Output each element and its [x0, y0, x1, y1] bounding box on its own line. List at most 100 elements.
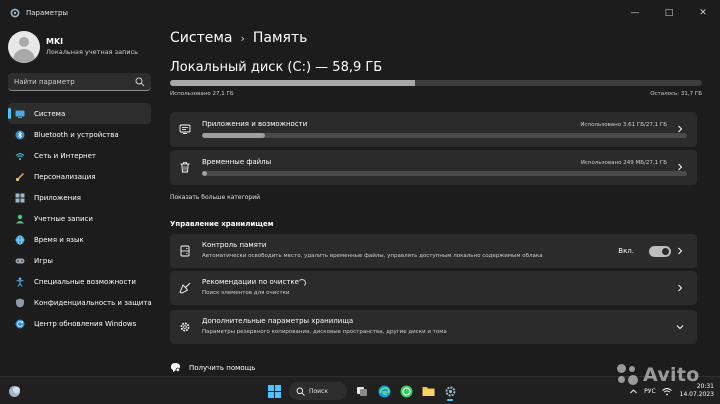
sidebar-item-privacy[interactable]: Конфиденциальность и защита	[8, 292, 152, 313]
account-type: Локальная учетная запись	[46, 48, 138, 56]
avito-watermark: Avito	[617, 364, 700, 386]
sidebar-item-accessibility[interactable]: Специальные возможности	[8, 271, 151, 292]
sidebar-item-gaming[interactable]: Игры	[8, 250, 151, 271]
shield-icon	[15, 298, 25, 308]
sidebar-nav: Система Bluetooth и устройства Сеть и Ин…	[8, 103, 152, 334]
avito-watermark-text: Avito	[643, 364, 700, 386]
storage-sense-description: Автоматически освободить место, удалить …	[202, 253, 543, 259]
title-bar: Параметры — □ ✕	[0, 0, 720, 26]
cleanup-recommendations-description: Поиск элементов для очистки	[202, 290, 290, 296]
start-button[interactable]	[263, 381, 285, 401]
avatar-head-shape	[19, 37, 29, 47]
search-box[interactable]	[8, 73, 151, 91]
globe-clock-icon	[15, 234, 25, 245]
avatar-body-shape	[13, 49, 35, 63]
get-help-link[interactable]: Получить помощь	[170, 362, 255, 373]
sidebar-item-personalization[interactable]: Персонализация	[8, 166, 151, 187]
taskbar-edge[interactable]	[373, 381, 395, 401]
sidebar-item-bluetooth[interactable]: Bluetooth и устройства	[8, 124, 151, 145]
apps-icon	[15, 193, 25, 203]
advanced-storage-settings-title: Дополнительные параметры хранилища	[202, 317, 354, 325]
sidebar-item-label: Центр обновления Windows	[34, 319, 137, 328]
sidebar-item-system[interactable]: Система	[8, 103, 151, 124]
system-icon	[15, 109, 25, 119]
disk-used-label: Использовано 27,1 ГБ	[170, 91, 234, 97]
taskbar-settings[interactable]	[439, 381, 461, 401]
sidebar-item-label: Специальные возможности	[34, 277, 136, 286]
taskbar: Поиск РУС 20:31 14.07.2023	[0, 376, 720, 404]
edge-icon	[378, 385, 390, 397]
taskbar-whatsapp[interactable]	[395, 381, 417, 401]
taskbar-file-explorer[interactable]	[417, 381, 439, 401]
sidebar-item-label: Игры	[34, 256, 53, 265]
search-icon[interactable]	[135, 77, 145, 87]
chevron-right-icon	[678, 163, 683, 171]
search-icon	[296, 387, 305, 396]
avito-logo-icon	[617, 364, 639, 386]
sidebar-item-label: Персонализация	[34, 172, 96, 181]
sidebar-item-time-language[interactable]: Время и язык	[8, 229, 151, 250]
sidebar-item-accounts[interactable]: Учетные записи	[8, 208, 151, 229]
cleanup-recommendations-card[interactable]: Рекомендации по очистке Поиск элементов …	[170, 271, 697, 305]
disk-title: Локальный диск (C:) — 58,9 ГБ	[170, 60, 383, 75]
sidebar-item-network[interactable]: Сеть и Интернет	[8, 145, 151, 166]
storage-sense-toggle[interactable]	[649, 246, 671, 257]
category-title: Приложения и возможности	[202, 120, 308, 128]
sidebar-item-label: Система	[34, 109, 66, 118]
maximize-button[interactable]: □	[652, 0, 686, 26]
chevron-up-icon[interactable]	[629, 387, 638, 396]
avatar[interactable]	[8, 31, 40, 63]
storage-sense-title: Контроль памяти	[202, 241, 267, 249]
language-indicator[interactable]: РУС	[644, 388, 655, 395]
show-more-categories-link[interactable]: Показать больше категорий	[170, 194, 260, 201]
disk-free-label: Осталось: 31,7 ГБ	[650, 91, 702, 97]
chevron-down-icon[interactable]	[676, 323, 684, 331]
minimize-button[interactable]: —	[618, 0, 652, 26]
advanced-storage-settings-card[interactable]: Дополнительные параметры хранилища Парам…	[170, 310, 697, 344]
breadcrumb-parent[interactable]: Система	[170, 30, 232, 46]
search-input[interactable]	[14, 75, 132, 88]
window-title: Параметры	[26, 9, 68, 17]
sidebar: MKI Локальная учетная запись Система Blu…	[0, 26, 160, 376]
gear-icon	[445, 386, 455, 396]
storage-sense-toggle-label: Вкл.	[618, 247, 634, 255]
windows-logo-icon	[267, 384, 281, 398]
close-button[interactable]: ✕	[686, 0, 720, 26]
task-view-button[interactable]	[351, 381, 373, 401]
sidebar-item-apps[interactable]: Приложения	[8, 187, 151, 208]
sidebar-item-label: Конфиденциальность и защита	[34, 298, 152, 307]
chevron-right-icon	[678, 247, 683, 255]
sidebar-item-label: Учетные записи	[34, 214, 93, 223]
apps-features-icon	[179, 123, 191, 135]
sidebar-item-windows-update[interactable]: Центр обновления Windows	[8, 313, 151, 334]
disk-usage-bar	[170, 80, 702, 86]
category-usage: Использовано 3,61 ГБ/27,1 ГБ	[580, 122, 667, 128]
chevron-right-icon	[678, 284, 683, 292]
breadcrumb-current: Память	[252, 30, 308, 46]
folder-icon	[422, 387, 434, 396]
wifi-icon[interactable]	[661, 387, 672, 396]
category-title: Временные файлы	[202, 158, 272, 166]
sidebar-item-label: Приложения	[34, 193, 81, 202]
weather-icon[interactable]	[8, 385, 21, 398]
taskbar-search[interactable]: Поиск	[289, 382, 347, 400]
storage-sense-card[interactable]: Контроль памяти Автоматически освободить…	[170, 234, 697, 268]
user-icon	[15, 214, 25, 224]
cleanup-recommendations-title: Рекомендации по очистке	[202, 278, 299, 286]
sidebar-item-label: Время и язык	[34, 235, 84, 244]
breadcrumb-separator: ›	[240, 31, 245, 45]
wifi-icon	[15, 151, 25, 161]
category-temp-files[interactable]: Временные файлы Использовано 249 МБ/27,1…	[170, 150, 697, 185]
settings-app-icon	[10, 8, 20, 18]
storage-management-heading: Управление хранилищем	[170, 220, 274, 228]
help-icon	[171, 363, 180, 372]
category-apps-features[interactable]: Приложения и возможности Использовано 3,…	[170, 112, 697, 147]
user-name: MKI	[46, 37, 64, 46]
bluetooth-icon	[15, 130, 25, 140]
gear-icon	[179, 321, 191, 333]
toggle-knob	[662, 248, 669, 255]
advanced-storage-settings-description: Параметры резервного копирования, дисков…	[202, 329, 447, 335]
disk-usage-fill	[170, 80, 415, 86]
trash-icon	[179, 161, 191, 173]
window-controls: — □ ✕	[618, 0, 720, 26]
